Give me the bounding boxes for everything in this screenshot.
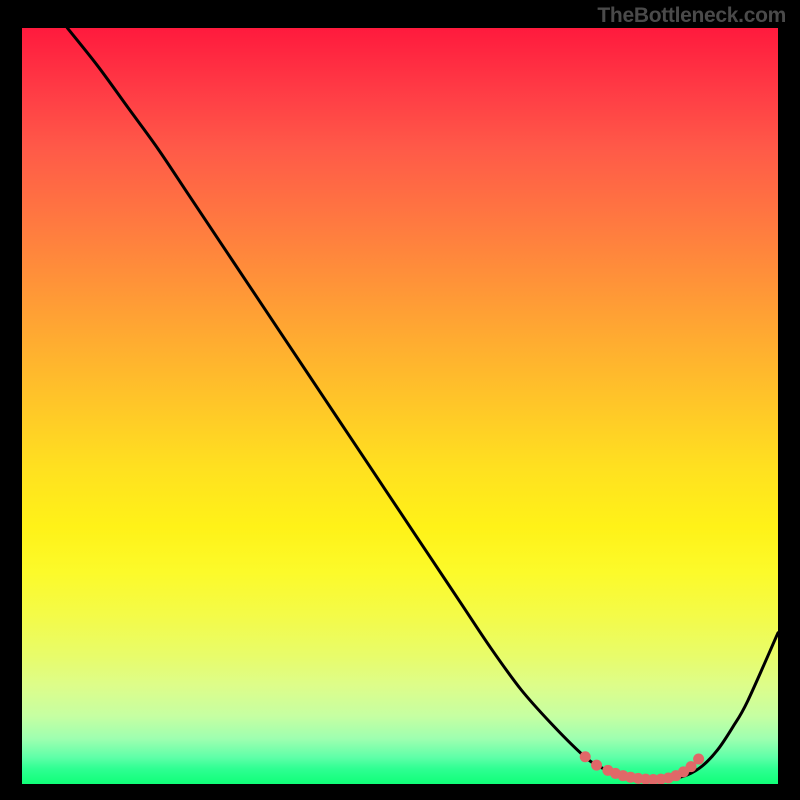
- bottleneck-curve: [22, 28, 778, 784]
- curve-path: [67, 28, 778, 779]
- watermark: TheBottleneck.com: [597, 4, 786, 28]
- optimal-dot: [693, 754, 704, 765]
- chart-plot-area: [22, 28, 778, 784]
- optimal-dot: [591, 760, 602, 771]
- optimal-dot: [580, 751, 591, 762]
